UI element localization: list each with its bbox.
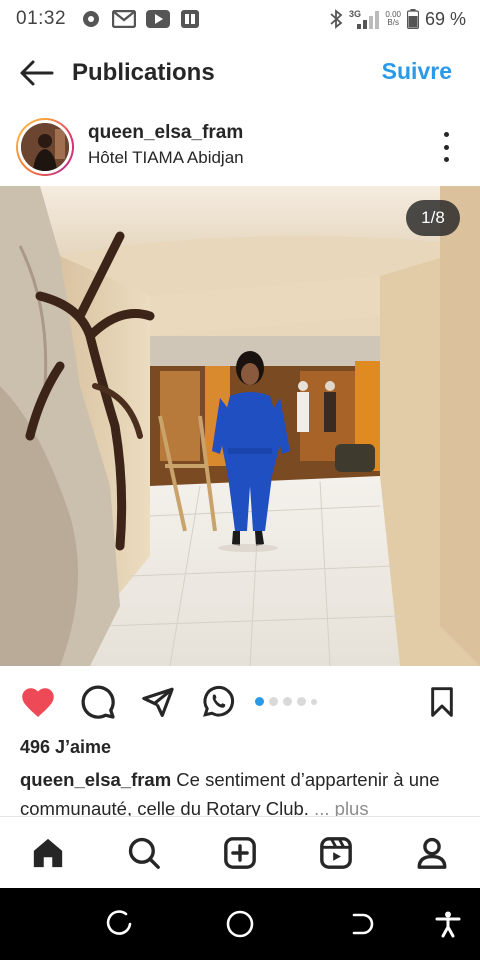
carousel-indicator: [255, 697, 317, 706]
more-dot: [443, 144, 449, 150]
share-button[interactable]: [138, 682, 178, 722]
bluetooth-icon: [329, 9, 343, 29]
back-system-icon: [352, 913, 374, 935]
avatar-image: [21, 123, 69, 171]
network-type: 3G: [349, 9, 361, 19]
image-counter: 1/8: [406, 200, 460, 236]
whatsapp-icon: [203, 685, 235, 717]
post-header: queen_elsa_fram Hôtel TIAMA Abidjan: [0, 112, 480, 182]
comment-icon: [81, 685, 115, 719]
send-icon: [142, 687, 174, 718]
avatar[interactable]: [16, 118, 74, 176]
post-caption[interactable]: queen_elsa_fram Ce sentiment d’apparteni…: [20, 765, 460, 817]
like-button[interactable]: [18, 682, 58, 722]
carousel-dot: [269, 697, 278, 706]
caption-more-link[interactable]: ... plus: [314, 798, 369, 817]
recent-apps-button[interactable]: [102, 906, 138, 942]
carousel-dot: [297, 697, 306, 706]
accessibility-button[interactable]: [430, 906, 466, 942]
status-time: 01:32: [16, 8, 67, 29]
notification-icon: [80, 9, 102, 29]
back-arrow-icon: [20, 60, 54, 86]
author-username[interactable]: queen_elsa_fram: [88, 122, 244, 144]
nav-create[interactable]: [212, 825, 268, 881]
author-info: queen_elsa_fram Hôtel TIAMA Abidjan: [88, 122, 244, 168]
app-icon: [180, 9, 200, 29]
header: Publications Suivre: [0, 46, 480, 100]
more-dot: [443, 157, 449, 162]
whatsapp-button[interactable]: [198, 682, 238, 722]
nav-home[interactable]: [20, 825, 76, 881]
carousel-dot: [311, 698, 317, 705]
recent-apps-icon: [106, 910, 132, 935]
post-actions: [0, 676, 480, 726]
status-system: 3G 0.00 B/s 69 %: [329, 8, 466, 30]
speed-unit: B/s: [387, 18, 399, 27]
back-system-button[interactable]: [342, 906, 378, 942]
post-image[interactable]: 1/8: [0, 186, 480, 666]
follow-button[interactable]: Suivre: [382, 58, 452, 85]
home-circle-icon: [226, 910, 254, 938]
system-navigation-bar: [0, 888, 480, 960]
back-button[interactable]: [0, 46, 72, 100]
nav-profile[interactable]: [404, 825, 460, 881]
battery-percent: 69 %: [424, 8, 466, 29]
reels-icon: [320, 836, 352, 869]
status-notifications: [80, 9, 200, 29]
create-icon: [224, 836, 256, 869]
youtube-icon: [146, 10, 171, 28]
bottom-navigation: [0, 816, 480, 888]
nav-search[interactable]: [116, 825, 172, 881]
heart-filled-icon: [22, 688, 54, 717]
carousel-dot: [283, 697, 292, 706]
home-icon: [33, 838, 63, 867]
post-location[interactable]: Hôtel TIAMA Abidjan: [88, 148, 244, 168]
carousel-dot: [255, 697, 264, 706]
more-options-button[interactable]: [438, 132, 454, 162]
accessibility-icon: [435, 911, 461, 938]
signal-icon: 3G: [349, 8, 380, 30]
search-icon: [128, 837, 160, 869]
nav-reels[interactable]: [308, 825, 364, 881]
save-button[interactable]: [422, 682, 462, 722]
more-dot: [443, 132, 449, 137]
profile-icon: [417, 837, 447, 869]
post-photo-illustration: [0, 186, 480, 666]
comment-button[interactable]: [78, 682, 118, 722]
page-title: Publications: [72, 59, 215, 86]
home-system-button[interactable]: [222, 906, 258, 942]
network-speed: 0.00 B/s: [385, 11, 401, 27]
battery-icon: [406, 9, 419, 29]
caption-username[interactable]: queen_elsa_fram: [20, 769, 171, 790]
gmail-icon: [112, 10, 137, 28]
bookmark-icon: [431, 687, 453, 717]
status-bar: 01:32 3G 0.00 B/s 69 %: [0, 0, 480, 38]
like-count[interactable]: 496 J’aime: [20, 737, 111, 758]
